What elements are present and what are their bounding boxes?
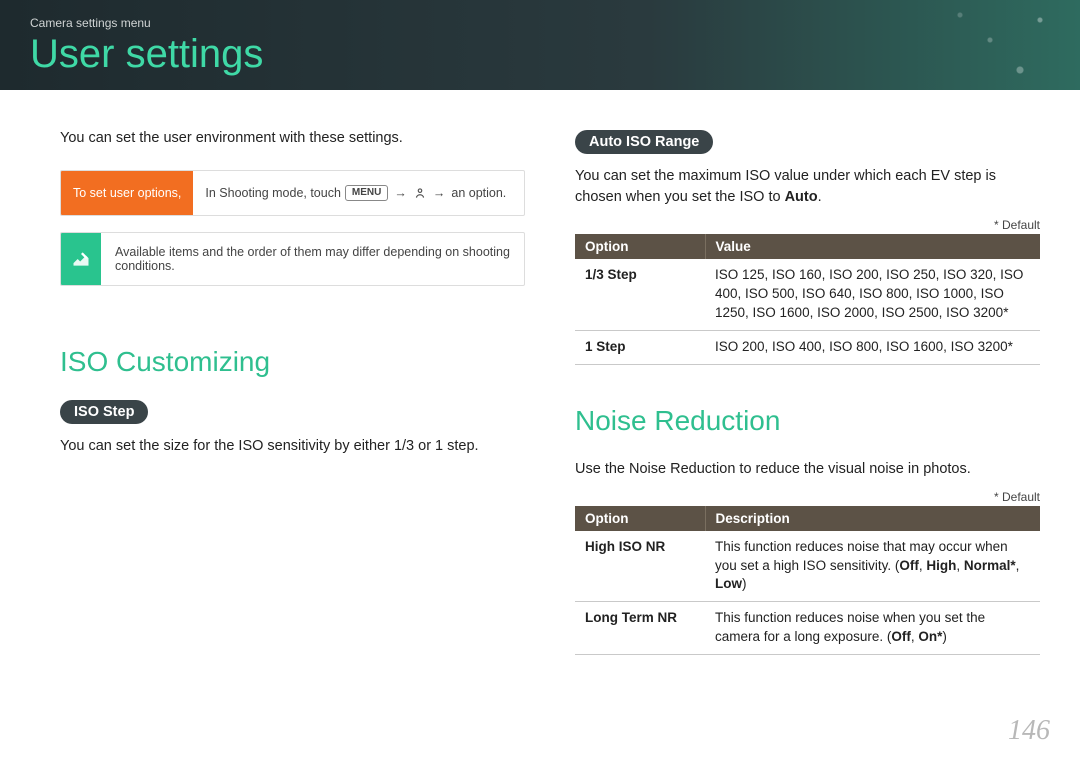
callout-body: In Shooting mode, touch MENU → → an opti… [193, 171, 518, 215]
table-row: Long Term NRThis function reduces noise … [575, 602, 1040, 655]
th-description: Description [705, 506, 1040, 531]
intro-text: You can set the user environment with th… [60, 130, 525, 146]
breadcrumb: Camera settings menu [30, 16, 1050, 30]
cell-option: Long Term NR [575, 602, 705, 655]
default-note: * Default [575, 218, 1040, 232]
table-row: 1/3 Step ISO 125, ISO 160, ISO 200, ISO … [575, 259, 1040, 330]
content-area: You can set the user environment with th… [0, 90, 1080, 655]
cell-description: This function reduces noise that may occ… [705, 531, 1040, 602]
pill-auto-iso-range: Auto ISO Range [575, 130, 713, 154]
table-row: High ISO NRThis function reduces noise t… [575, 531, 1040, 602]
cell-option: 1/3 Step [575, 259, 705, 330]
noise-reduction-body: Use the Noise Reduction to reduce the vi… [575, 459, 1040, 480]
note-icon [61, 233, 101, 285]
cell-option: 1 Step [575, 330, 705, 364]
person-icon [413, 186, 427, 200]
th-option: Option [575, 234, 705, 259]
note-text: Available items and the order of them ma… [101, 233, 524, 285]
arrow-icon: → [433, 186, 446, 200]
th-option: Option [575, 506, 705, 531]
page-number: 146 [1008, 715, 1050, 747]
table-row: 1 Step ISO 200, ISO 400, ISO 800, ISO 16… [575, 330, 1040, 364]
note-callout: Available items and the order of them ma… [60, 232, 525, 286]
text-bold: Auto [785, 189, 818, 205]
callout-label: To set user options, [61, 171, 193, 215]
menu-chip: MENU [345, 185, 388, 201]
pill-iso-step: ISO Step [60, 400, 148, 424]
section-iso-customizing: ISO Customizing [60, 346, 525, 378]
auto-iso-table: Option Value 1/3 Step ISO 125, ISO 160, … [575, 234, 1040, 365]
cell-value: ISO 200, ISO 400, ISO 800, ISO 1600, ISO… [705, 330, 1040, 364]
section-noise-reduction: Noise Reduction [575, 405, 1040, 437]
cell-option: High ISO NR [575, 531, 705, 602]
noise-reduction-table: Option Description High ISO NRThis funct… [575, 506, 1040, 655]
auto-iso-body: You can set the maximum ISO value under … [575, 166, 1040, 208]
callout-suffix: an option. [451, 186, 506, 200]
instruction-callout: To set user options, In Shooting mode, t… [60, 170, 525, 216]
right-column: Auto ISO Range You can set the maximum I… [575, 130, 1040, 655]
left-column: You can set the user environment with th… [60, 130, 525, 655]
default-note: * Default [575, 490, 1040, 504]
cell-value: ISO 125, ISO 160, ISO 200, ISO 250, ISO … [705, 259, 1040, 330]
arrow-icon: → [394, 186, 407, 200]
page-title: User settings [30, 32, 1050, 77]
th-value: Value [705, 234, 1040, 259]
text: . [818, 189, 822, 205]
callout-prefix: In Shooting mode, touch [205, 186, 341, 200]
page-header: Camera settings menu User settings [0, 0, 1080, 90]
iso-step-body: You can set the size for the ISO sensiti… [60, 436, 525, 457]
cell-description: This function reduces noise when you set… [705, 602, 1040, 655]
